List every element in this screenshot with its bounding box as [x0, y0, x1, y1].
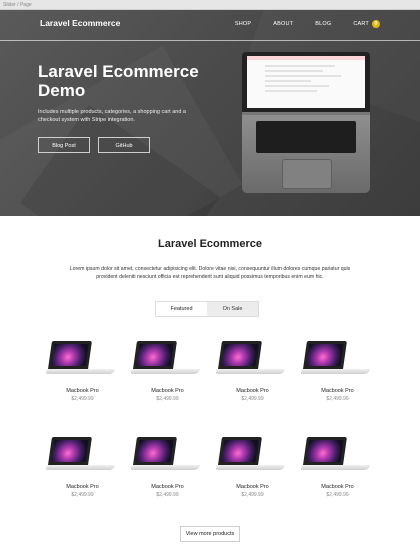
product-price: $2,499.99 — [156, 492, 179, 498]
product-price: $2,499.99 — [156, 396, 179, 402]
product-name[interactable]: Macbook Pro — [40, 484, 125, 490]
hero-section: Laravel Ecommerce SHOP ABOUT BLOG CART 0… — [0, 10, 420, 216]
product-price: $2,499.99 — [326, 396, 349, 402]
product-card[interactable]: Macbook Pro $2,499.99 — [40, 431, 125, 498]
browser-strip-text: Slider / Page — [3, 2, 32, 8]
brand-logo[interactable]: Laravel Ecommerce — [40, 18, 120, 28]
section-description: Lorem ipsum dolor sit amet, consectetur … — [69, 266, 351, 280]
product-card[interactable]: Macbook Pro $2,499.99 — [295, 335, 380, 402]
hero-description: Includes multiple products, categories, … — [38, 109, 186, 123]
product-grid: Macbook Pro $2,499.99 Macbook Pro $2,499… — [40, 335, 380, 498]
product-image[interactable] — [299, 341, 373, 381]
nav-links: SHOP ABOUT BLOG CART 0 — [235, 20, 380, 28]
tab-on-sale[interactable]: On Sale — [207, 302, 258, 316]
blog-post-button[interactable]: Blog Post — [38, 137, 90, 153]
nav-link-cart[interactable]: CART 0 — [353, 20, 380, 28]
laptop-trackpad — [282, 159, 332, 189]
product-card[interactable]: Macbook Pro $2,499.99 — [210, 431, 295, 498]
nav-link-blog[interactable]: BLOG — [315, 21, 331, 27]
product-image[interactable] — [214, 341, 288, 381]
product-price: $2,499.99 — [241, 492, 264, 498]
product-tabs: Featured On Sale — [155, 301, 259, 317]
product-image[interactable] — [44, 437, 118, 477]
product-image[interactable] — [299, 437, 373, 477]
github-button[interactable]: GitHub — [98, 137, 150, 153]
laptop-base — [242, 115, 370, 193]
product-card[interactable]: Macbook Pro $2,499.99 — [125, 431, 210, 498]
product-name[interactable]: Macbook Pro — [125, 484, 210, 490]
product-name[interactable]: Macbook Pro — [295, 484, 380, 490]
product-image[interactable] — [214, 437, 288, 477]
nav-link-about[interactable]: ABOUT — [273, 21, 293, 27]
product-name[interactable]: Macbook Pro — [125, 388, 210, 394]
browser-strip: Slider / Page — [0, 0, 420, 10]
hero-laptop-image — [236, 50, 376, 195]
product-image[interactable] — [44, 341, 118, 381]
product-price: $2,499.99 — [71, 396, 94, 402]
tab-featured[interactable]: Featured — [156, 302, 207, 316]
product-card[interactable]: Macbook Pro $2,499.99 — [125, 335, 210, 402]
cart-label: CART — [353, 21, 369, 27]
product-name[interactable]: Macbook Pro — [295, 388, 380, 394]
top-nav: Laravel Ecommerce SHOP ABOUT BLOG CART 0 — [0, 10, 420, 41]
product-price: $2,499.99 — [71, 492, 94, 498]
product-card[interactable]: Macbook Pro $2,499.99 — [210, 335, 295, 402]
product-image[interactable] — [129, 437, 203, 477]
product-name[interactable]: Macbook Pro — [40, 388, 125, 394]
product-card[interactable]: Macbook Pro $2,499.99 — [40, 335, 125, 402]
product-price: $2,499.99 — [241, 396, 264, 402]
section-title: Laravel Ecommerce — [158, 238, 262, 250]
product-card[interactable]: Macbook Pro $2,499.99 — [295, 431, 380, 498]
cart-count-badge: 0 — [372, 20, 380, 28]
product-price: $2,499.99 — [326, 492, 349, 498]
nav-link-shop[interactable]: SHOP — [235, 21, 251, 27]
laptop-screen — [247, 56, 365, 108]
hero-title: Laravel Ecommerce Demo — [38, 62, 199, 100]
product-name[interactable]: Macbook Pro — [210, 388, 295, 394]
product-name[interactable]: Macbook Pro — [210, 484, 295, 490]
laptop-lid — [242, 52, 370, 112]
product-image[interactable] — [129, 341, 203, 381]
page: Slider / Page Laravel Ecommerce SHOP ABO… — [0, 0, 420, 544]
view-more-products-button[interactable]: View more products — [180, 526, 240, 542]
laptop-keyboard — [256, 121, 356, 153]
